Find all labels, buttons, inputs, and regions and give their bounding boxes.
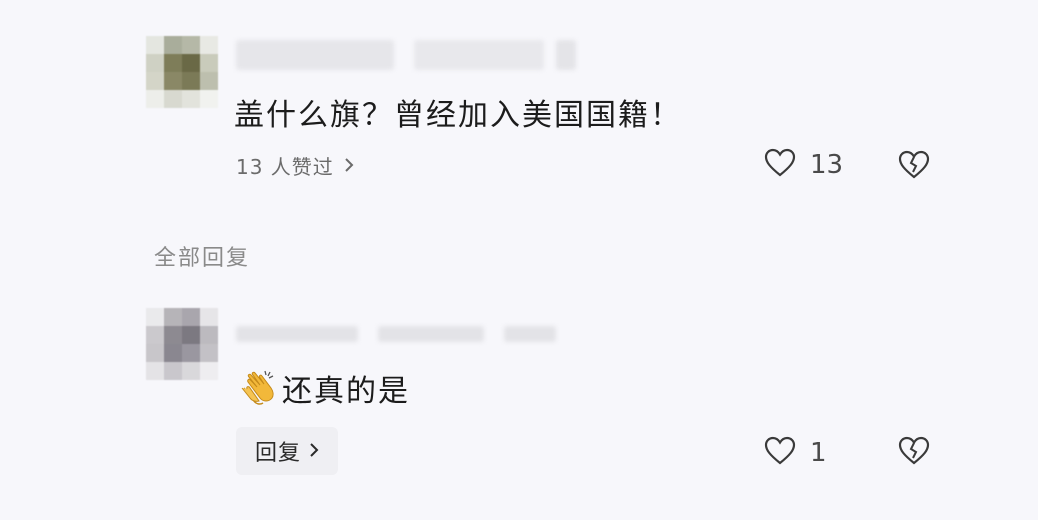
- chevron-right-icon: [309, 439, 319, 464]
- like-count: 1: [810, 438, 827, 468]
- dislike-button[interactable]: [898, 436, 930, 470]
- user-info-redacted: [556, 40, 576, 70]
- clapping-hands-icon: [238, 368, 278, 408]
- reply-button[interactable]: 回复: [236, 427, 338, 475]
- all-replies-label: 全部回复: [154, 246, 251, 271]
- avatar[interactable]: [146, 308, 218, 380]
- like-button[interactable]: 1: [764, 436, 827, 470]
- liked-by-link[interactable]: 13 人赞过: [236, 151, 354, 180]
- broken-heart-icon: [898, 436, 930, 470]
- heart-icon: [764, 436, 796, 470]
- like-count: 13: [810, 150, 844, 180]
- user-info-redacted: [378, 326, 484, 342]
- dislike-button[interactable]: [898, 150, 930, 184]
- like-button[interactable]: 13: [764, 148, 843, 182]
- comment-text: 盖什么旗？曾经加入美国国籍！: [234, 98, 682, 133]
- reply-text-label: 还真的是: [282, 374, 410, 409]
- reply-button-label: 回复: [254, 441, 301, 466]
- heart-icon: [764, 148, 796, 182]
- username-redacted: [236, 40, 394, 70]
- username-redacted: [236, 326, 358, 342]
- user-info-redacted: [504, 326, 556, 342]
- liked-by-label: 13 人赞过: [236, 155, 334, 179]
- chevron-right-icon: [344, 154, 354, 178]
- user-info-redacted: [414, 40, 544, 70]
- avatar[interactable]: [146, 36, 218, 108]
- reply-text: 还真的是: [238, 366, 410, 410]
- broken-heart-icon: [898, 150, 930, 184]
